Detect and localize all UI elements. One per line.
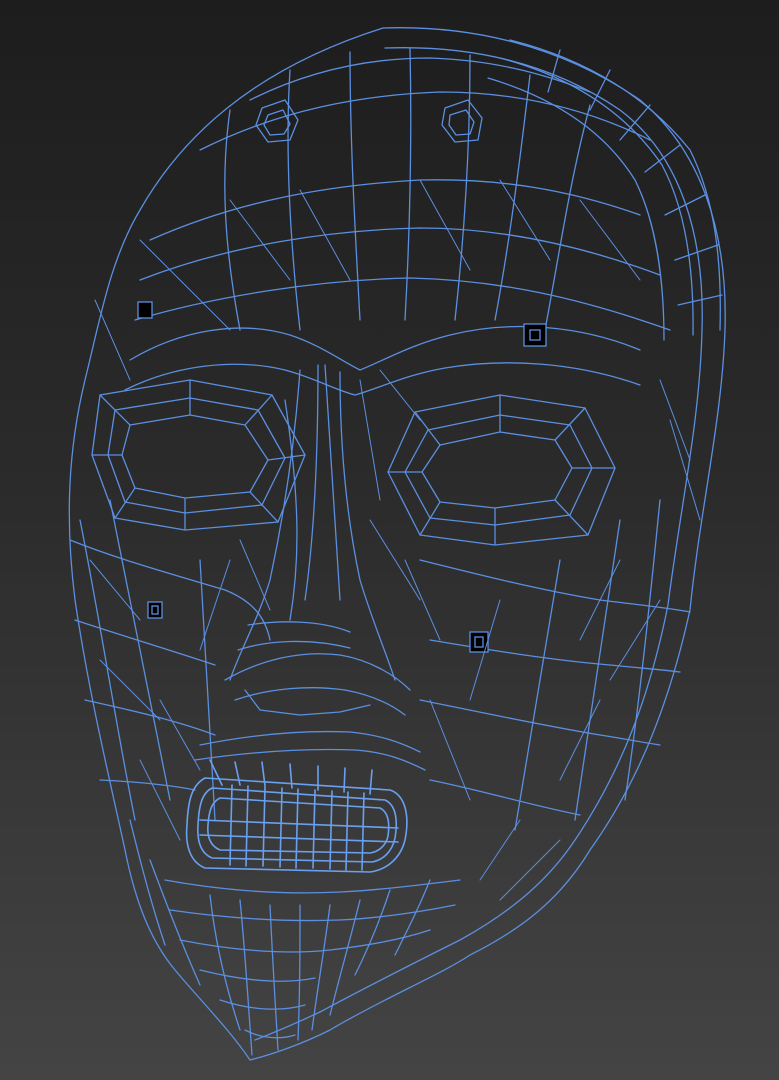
crown-rim <box>509 39 721 331</box>
chin <box>164 879 461 894</box>
forehead-vent-right <box>441 99 483 143</box>
mask-outline-inner <box>254 47 703 1041</box>
forehead-vent-left <box>255 99 299 143</box>
left-eye-socket <box>121 414 269 499</box>
3d-viewport[interactable] <box>0 0 779 1080</box>
nose-base <box>224 653 411 691</box>
brow-ridge <box>129 325 641 371</box>
right-eye-socket <box>421 431 573 509</box>
mask-wireframe-mesh <box>68 27 726 1061</box>
